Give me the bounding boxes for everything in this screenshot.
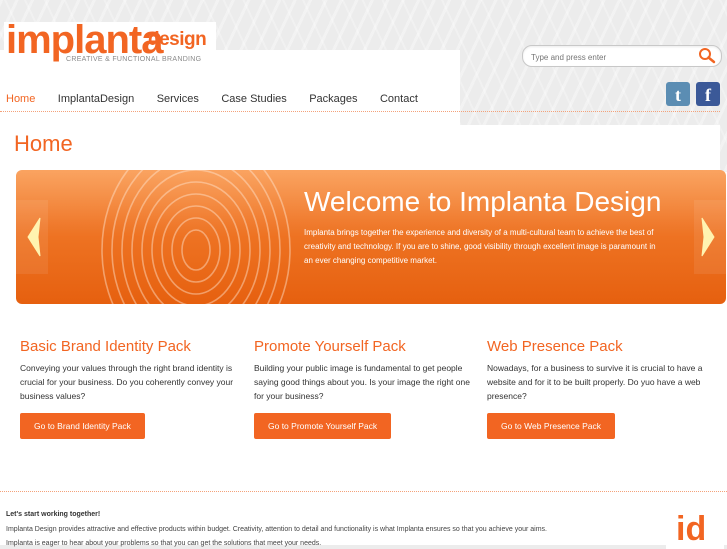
pack-description: Building your public image is fundamenta… (254, 363, 470, 401)
search-box (522, 45, 722, 67)
nav-item-packages[interactable]: Packages (309, 93, 357, 105)
facebook-icon[interactable]: f (696, 82, 720, 106)
pack-brand-identity: Basic Brand Identity Pack Conveying your… (20, 338, 240, 439)
logo-tagline: CREATIVE & FUNCTIONAL BRANDING (66, 56, 202, 63)
brand-identity-pack-button[interactable]: Go to Brand Identity Pack (20, 413, 145, 439)
pack-promote-yourself: Promote Yourself Pack Building your publ… (254, 338, 474, 439)
banner-text: Implanta brings together the experience … (304, 228, 656, 265)
footer-text: Implanta Design provides attractive and … (6, 526, 547, 533)
pack-description: Nowadays, for a business to survive it i… (487, 363, 703, 401)
page: implanta design CREATIVE & FUNCTIONAL BR… (0, 0, 727, 549)
slider-prev-arrow-icon[interactable] (16, 200, 48, 274)
pack-title: Promote Yourself Pack (254, 338, 406, 355)
fingerprint-graphic (101, 170, 291, 304)
id-badge-mark: id (676, 510, 707, 548)
nav-item-case-studies[interactable]: Case Studies (221, 93, 286, 105)
nav-item-services[interactable]: Services (157, 93, 199, 105)
search-icon[interactable] (697, 47, 717, 65)
nav-item-implantadesign[interactable]: ImplantaDesign (58, 93, 134, 105)
pack-title: Basic Brand Identity Pack (20, 338, 191, 355)
nav-item-contact[interactable]: Contact (380, 93, 418, 105)
hero-banner: Welcome to Implanta Design Implanta brin… (16, 170, 726, 304)
title-panel (0, 125, 720, 173)
web-presence-pack-button[interactable]: Go to Web Presence Pack (487, 413, 616, 439)
twitter-icon[interactable]: t (666, 82, 690, 106)
nav-divider (0, 111, 720, 112)
footer-heading: Let's start working together! (6, 511, 101, 518)
logo-sub-text: design (148, 29, 207, 50)
pack-title: Web Presence Pack (487, 338, 623, 355)
banner-title: Welcome to Implanta Design (304, 186, 662, 217)
footer-panel (0, 490, 727, 545)
pack-description: Conveying your values through the right … (20, 363, 234, 401)
main-nav: Home ImplantaDesign Services Case Studie… (6, 89, 436, 105)
id-badge-logo: id (666, 509, 724, 549)
slider-next-arrow-icon[interactable] (694, 200, 726, 274)
social-links: tf (666, 82, 726, 106)
promote-yourself-pack-button[interactable]: Go to Promote Yourself Pack (254, 413, 392, 439)
footer-divider (0, 491, 727, 492)
search-input[interactable] (529, 48, 693, 66)
site-logo[interactable]: implanta design CREATIVE & FUNCTIONAL BR… (4, 18, 216, 66)
nav-item-home[interactable]: Home (6, 93, 35, 105)
footer-text-secondary: Implanta is eager to hear about your pro… (6, 540, 322, 547)
pack-web-presence: Web Presence Pack Nowadays, for a busine… (487, 338, 707, 439)
page-title: Home (14, 131, 73, 156)
